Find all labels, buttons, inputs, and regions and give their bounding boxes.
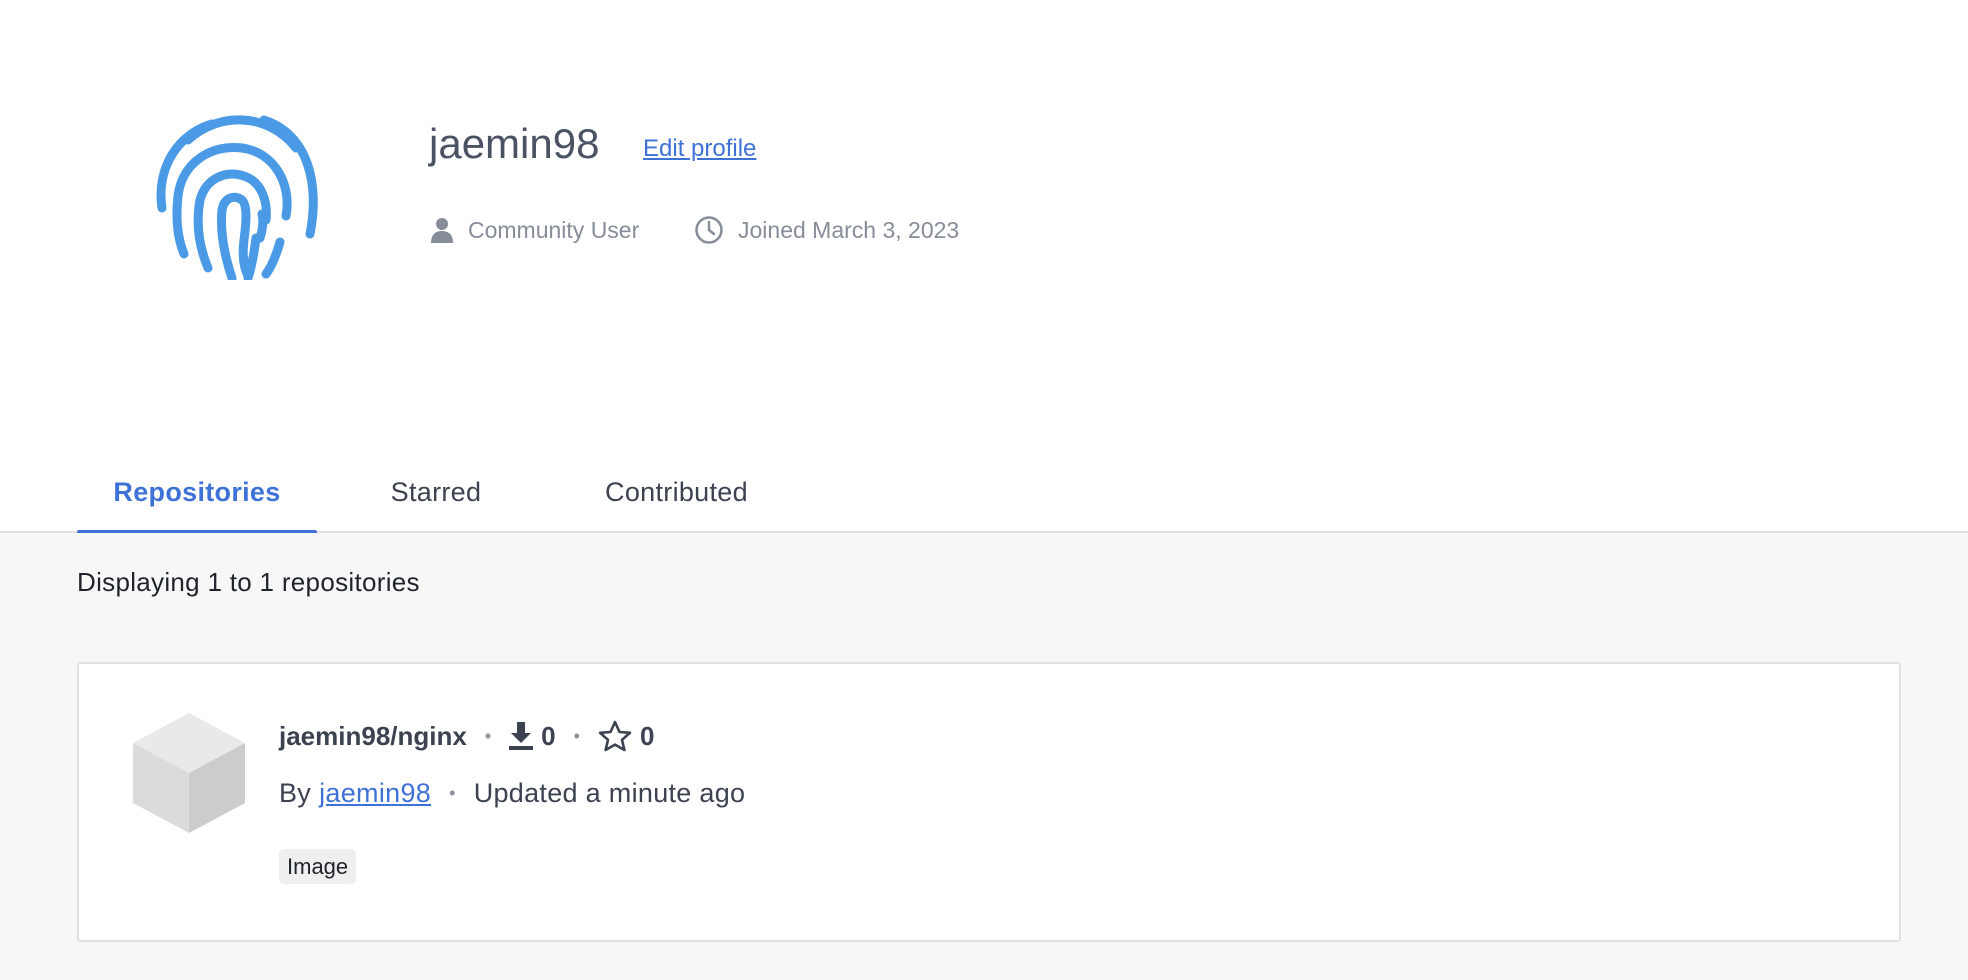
clock-icon [695, 216, 723, 244]
tab-starred[interactable]: Starred [360, 452, 512, 533]
separator-dot: • [484, 725, 492, 746]
separator-dot: • [449, 782, 456, 803]
profile-role-label: Community User [468, 216, 640, 243]
star-count-value: 0 [639, 720, 655, 751]
repository-listing: Displaying 1 to 1 repositories jaemin98/… [0, 533, 1968, 980]
type-badge: Image [279, 849, 357, 884]
profile-header: jaemin98 Edit profile Community User Joi… [0, 0, 1968, 535]
download-icon [509, 722, 534, 750]
cube-icon [133, 713, 245, 833]
repository-card[interactable]: jaemin98/nginx • 0 • 0 By jaemin98 • Upd [77, 662, 1901, 942]
pull-count-value: 0 [541, 720, 556, 751]
updated-time: Updated a minute ago [473, 777, 746, 808]
repository-meta-row: By jaemin98 • Updated a minute ago [279, 773, 745, 813]
repository-title-row: jaemin98/nginx • 0 • 0 [279, 716, 654, 756]
by-label: By [279, 777, 312, 808]
user-icon [431, 218, 453, 243]
profile-role: Community User [430, 213, 639, 247]
profile-username: jaemin98 [429, 120, 600, 167]
star-count: 0 [598, 720, 654, 752]
repository-name[interactable]: jaemin98/nginx [279, 721, 467, 752]
profile-joined: Joined March 3, 2023 [694, 213, 959, 247]
tab-contributed[interactable]: Contributed [574, 452, 779, 533]
owner-link[interactable]: jaemin98 [319, 778, 431, 809]
fingerprint-avatar-icon [156, 115, 318, 280]
tab-repositories[interactable]: Repositories [77, 452, 317, 535]
profile-tabs: Repositories Starred Contributed [0, 452, 1968, 535]
edit-profile-link[interactable]: Edit profile [643, 134, 756, 164]
star-icon [598, 720, 632, 752]
profile-joined-label: Joined March 3, 2023 [738, 216, 960, 243]
pull-count: 0 [509, 720, 556, 752]
results-count: Displaying 1 to 1 repositories [77, 567, 420, 597]
separator-dot: • [573, 725, 580, 746]
